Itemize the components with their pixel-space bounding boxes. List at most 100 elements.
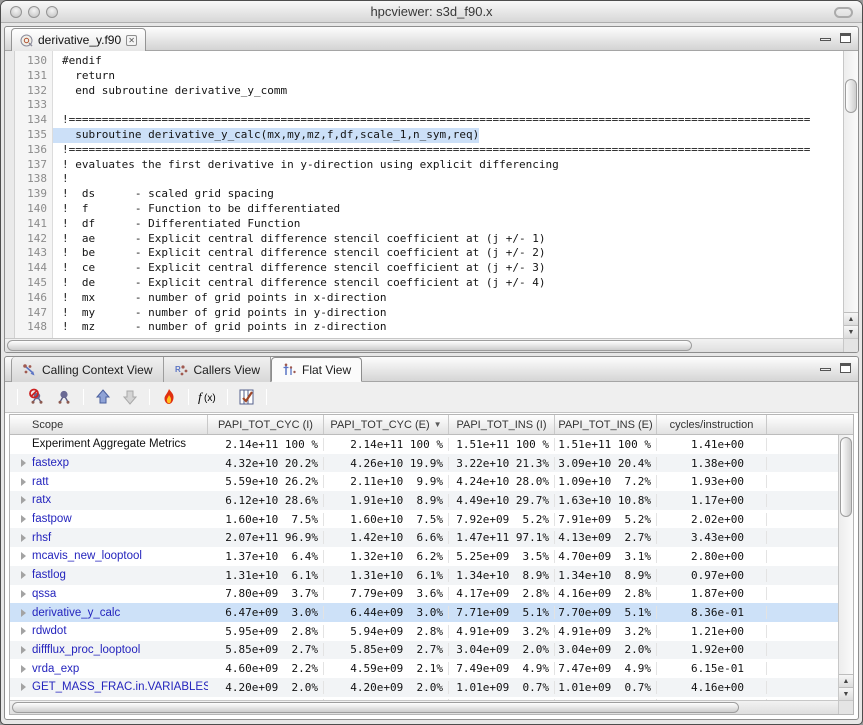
metric-value: 3.22e+10 21.3%	[449, 457, 555, 470]
metric-value: 4.91e+09 3.2%	[555, 625, 657, 638]
code-text: ! df - Differentiated Function	[53, 217, 300, 232]
expand-triangle-icon[interactable]	[21, 478, 26, 486]
expand-triangle-icon[interactable]	[21, 609, 26, 617]
metric-value: 1.32e+10 6.2%	[324, 550, 449, 563]
column-header-papi-tot-ins-i[interactable]: PAPI_TOT_INS (I)	[449, 415, 555, 434]
scroll-down-arrow-icon[interactable]: ▼	[839, 687, 853, 700]
table-row[interactable]: ratx6.12e+10 28.6%1.91e+10 8.9%4.49e+10 …	[10, 491, 838, 510]
editor-tab-label: derivative_y.f90	[38, 33, 121, 47]
column-header-papi-tot-cyc-e[interactable]: PAPI_TOT_CYC (E) ▼	[324, 415, 449, 434]
table-row[interactable]: fastlog1.31e+10 6.1%1.31e+10 6.1%1.34e+1…	[10, 566, 838, 585]
expand-triangle-icon[interactable]	[21, 646, 26, 654]
expand-triangle-icon[interactable]	[21, 534, 26, 542]
column-header-cycles-per-instruction[interactable]: cycles/instruction	[657, 415, 767, 434]
code-text: !	[53, 172, 69, 187]
table-hscroll-thumb[interactable]	[12, 702, 739, 713]
tab-close-icon[interactable]: ✕	[126, 35, 137, 46]
metric-value: 7.71e+09 5.1%	[449, 606, 555, 619]
expand-triangle-icon[interactable]	[21, 552, 26, 560]
code-line: 138!	[15, 172, 843, 187]
table-row[interactable]: rhsf2.07e+11 96.9%1.42e+10 6.6%1.47e+11 …	[10, 528, 838, 547]
metric-value: 1.63e+10 10.8%	[555, 494, 657, 507]
zoom-out-button[interactable]	[118, 385, 142, 409]
table-header: Scope PAPI_TOT_CYC (I) PAPI_TOT_CYC (E) …	[10, 415, 853, 435]
minimize-pane-icon[interactable]	[820, 38, 831, 41]
table-vertical-scrollbar[interactable]: ▲ ▼	[838, 435, 853, 700]
table-row[interactable]: fastexp4.32e+10 20.2%4.26e+10 19.9%3.22e…	[10, 454, 838, 473]
scope-name: fastlog	[32, 569, 66, 581]
hot-path-button[interactable]	[157, 385, 181, 409]
code-text: #endif	[53, 54, 102, 69]
expand-triangle-icon[interactable]	[21, 571, 26, 579]
scroll-up-arrow-icon[interactable]: ▲	[839, 674, 853, 687]
metric-value: 4.20e+09 2.0%	[324, 681, 449, 694]
flat-view-icon	[282, 363, 297, 377]
minimize-pane-icon[interactable]	[820, 368, 831, 371]
code-text: ! ds - scaled grid spacing	[53, 187, 274, 202]
tab-derivative-y-f90[interactable]: derivative_y.f90 ✕	[11, 28, 146, 51]
svg-text:(x): (x)	[204, 393, 216, 404]
metric-value: 1.37e+10 6.4%	[208, 550, 324, 563]
tab-callers-view[interactable]: R Callers View	[164, 357, 271, 382]
expand-triangle-icon[interactable]	[21, 459, 26, 467]
code-line: 139! ds - scaled grid spacing	[15, 187, 843, 202]
code-text: ! ae - Explicit central difference stenc…	[53, 232, 545, 247]
expand-triangle-icon[interactable]	[21, 590, 26, 598]
metric-value: 1.31e+10 6.1%	[208, 569, 324, 582]
table-vscroll-thumb[interactable]	[840, 437, 852, 517]
zoom-in-button[interactable]	[91, 385, 115, 409]
code-line: 135 subroutine derivative_y_calc(mx,my,m…	[15, 128, 843, 143]
code-line: 133	[15, 98, 843, 113]
line-number: 131	[15, 69, 53, 84]
zoom-out-down-arrow-icon	[121, 388, 139, 406]
maximize-pane-icon[interactable]	[840, 33, 851, 43]
scroll-up-arrow-icon[interactable]: ▲	[844, 312, 858, 325]
scope-cell: fastlog	[10, 566, 208, 585]
table-row[interactable]: fastpow1.60e+10 7.5%1.60e+10 7.5%7.92e+0…	[10, 510, 838, 529]
editor-hscroll-thumb[interactable]	[7, 340, 692, 351]
scope-name: diffflux_proc_looptool	[32, 644, 140, 656]
source-editor[interactable]: 130#endif131 return132 end subroutine de…	[5, 51, 858, 352]
expand-triangle-icon[interactable]	[21, 683, 26, 691]
line-number: 138	[15, 172, 53, 187]
expand-triangle-icon[interactable]	[21, 665, 26, 673]
code-text: ! my - number of grid points in y-direct…	[53, 306, 387, 321]
expand-triangle-icon[interactable]	[21, 515, 26, 523]
derived-metric-button[interactable]: f (x)	[196, 385, 220, 409]
code-line: 145! de - Explicit central difference st…	[15, 276, 843, 291]
maximize-pane-icon[interactable]	[840, 363, 851, 373]
editor-vscroll-thumb[interactable]	[845, 79, 857, 113]
metric-value: 0.97e+00	[657, 569, 767, 582]
table-horizontal-scrollbar[interactable]	[10, 700, 838, 714]
column-header-filler	[767, 415, 853, 434]
table-row[interactable]: diffflux_proc_looptool5.85e+09 2.7%5.85e…	[10, 641, 838, 660]
table-row[interactable]: Experiment Aggregate Metrics2.14e+11 100…	[10, 435, 838, 454]
code-area[interactable]: 130#endif131 return132 end subroutine de…	[15, 51, 843, 338]
unflatten-button[interactable]	[52, 385, 76, 409]
table-row[interactable]: GET_MASS_FRAC.in.VARIABLES_M4.20e+09 2.0…	[10, 678, 838, 697]
table-row[interactable]: ratt5.59e+10 26.2%2.11e+10 9.9%4.24e+10 …	[10, 472, 838, 491]
editor-vertical-scrollbar[interactable]: ▲ ▼	[843, 51, 858, 338]
column-header-papi-tot-cyc-i[interactable]: PAPI_TOT_CYC (I)	[208, 415, 324, 434]
table-row[interactable]: derivative_y_calc6.47e+09 3.0%6.44e+09 3…	[10, 603, 838, 622]
callers-view-icon: R	[174, 363, 189, 377]
expand-triangle-icon[interactable]	[21, 496, 26, 504]
table-row[interactable]: qssa7.80e+09 3.7%7.79e+09 3.6%4.17e+09 2…	[10, 585, 838, 604]
tab-flat-view[interactable]: Flat View	[271, 357, 362, 382]
column-filter-button[interactable]	[235, 385, 259, 409]
table-row[interactable]: mcavis_new_looptool1.37e+10 6.4%1.32e+10…	[10, 547, 838, 566]
expand-triangle-icon[interactable]	[21, 627, 26, 635]
metric-value: 2.02e+00	[657, 513, 767, 526]
metric-value: 5.25e+09 3.5%	[449, 550, 555, 563]
tab-calling-context-view[interactable]: Calling Context View	[11, 357, 164, 382]
table-row[interactable]: vrda_exp4.60e+09 2.2%4.59e+09 2.1%7.49e+…	[10, 659, 838, 678]
column-header-scope[interactable]: Scope	[10, 415, 208, 434]
metric-value: 1.34e+10 8.9%	[555, 569, 657, 582]
column-header-papi-tot-ins-e[interactable]: PAPI_TOT_INS (E)	[555, 415, 657, 434]
line-number: 139	[15, 187, 53, 202]
toolbar-toggle-button[interactable]	[834, 7, 853, 18]
flatten-button[interactable]	[25, 385, 49, 409]
editor-horizontal-scrollbar[interactable]	[5, 338, 843, 352]
table-row[interactable]: rdwdot5.95e+09 2.8%5.94e+09 2.8%4.91e+09…	[10, 622, 838, 641]
scroll-down-arrow-icon[interactable]: ▼	[844, 325, 858, 338]
